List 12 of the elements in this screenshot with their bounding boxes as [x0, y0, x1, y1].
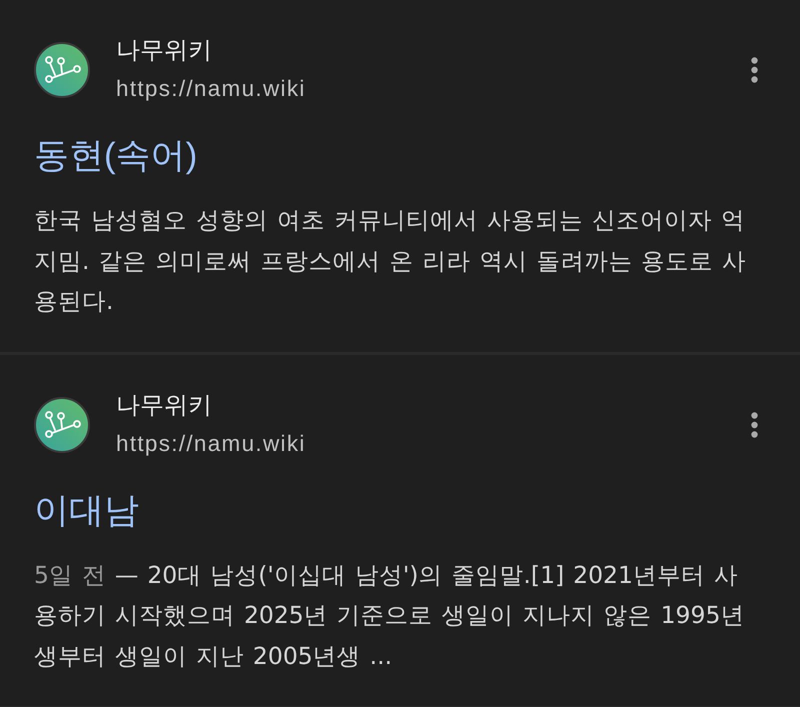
result-snippet: 5일 전 — 20대 남성('이십대 남성')의 줄임말.[1] 2021년부터 사용하기 시작했으며 2025년 기준으로 생일이 지나지 않은 1995년생부터 생일이 지난 2005년생 ...	[34, 560, 746, 672]
site-name: 나무위키	[116, 390, 212, 420]
site-url: https://namu.wiki	[116, 430, 306, 458]
more-options-icon[interactable]	[751, 412, 758, 438]
result-snippet: 한국 남성혐오 성향의 여초 커뮤니티에서 사용되는 신조어이자 억지밈. 같은 의미로써 프랑스에서 온 리라 역시 돌려까는 용도로 사용된다.	[34, 205, 748, 317]
site-url: https://namu.wiki	[116, 75, 306, 103]
result-title-link[interactable]: 이대남	[34, 488, 139, 532]
more-options-icon[interactable]	[751, 57, 758, 83]
site-logo-icon	[34, 42, 90, 98]
site-name: 나무위키	[116, 36, 212, 66]
site-logo-icon	[34, 396, 90, 452]
result-title-link[interactable]: 동현(속어)	[34, 134, 198, 178]
